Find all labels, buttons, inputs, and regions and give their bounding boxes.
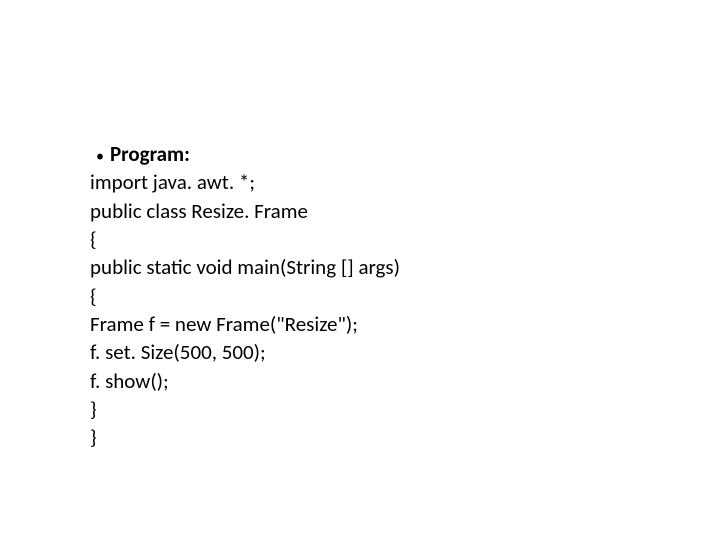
bullet-icon: • <box>90 146 110 168</box>
code-line-4: public static void main(String [] args) <box>90 253 720 281</box>
code-line-9: } <box>90 395 720 423</box>
code-line-1: import java. awt. *; <box>90 168 720 196</box>
code-line-6: Frame f = new Frame("Resize"); <box>90 310 720 338</box>
code-line-5: { <box>90 282 720 310</box>
code-line-8: f. show(); <box>90 367 720 395</box>
code-line-2: public class Resize. Frame <box>90 197 720 225</box>
heading-line: • Program: <box>90 140 720 168</box>
code-line-10: } <box>90 423 720 451</box>
code-line-3: { <box>90 225 720 253</box>
code-line-7: f. set. Size(500, 500); <box>90 338 720 366</box>
heading-text: Program: <box>110 140 190 168</box>
